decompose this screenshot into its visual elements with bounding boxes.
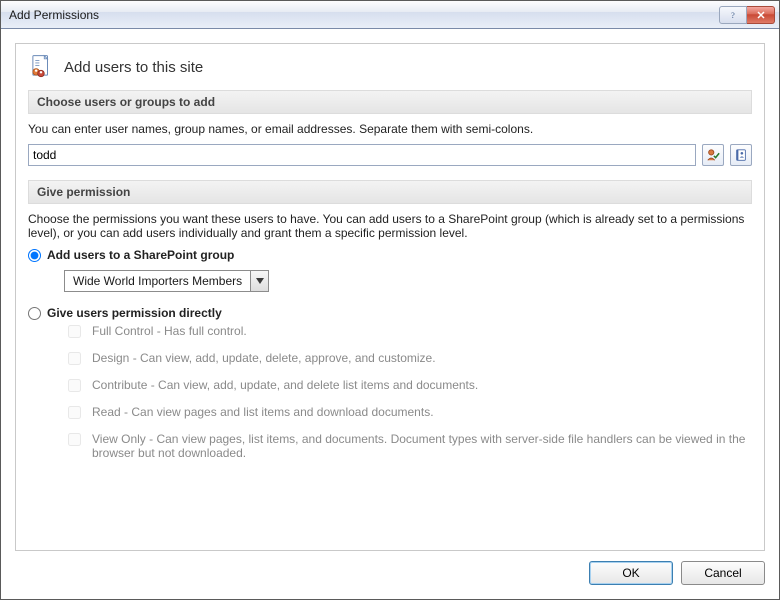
- close-button[interactable]: [747, 6, 775, 24]
- address-book-icon: [734, 148, 748, 162]
- perm-design: Design - Can view, add, update, delete, …: [64, 351, 752, 368]
- perm-full-control-label: Full Control - Has full control.: [92, 324, 247, 338]
- radio-add-to-group-label: Add users to a SharePoint group: [47, 248, 234, 262]
- users-input[interactable]: [28, 144, 696, 166]
- check-names-icon: [706, 148, 720, 162]
- section-title-permission: Give permission: [28, 180, 752, 204]
- cancel-button[interactable]: Cancel: [681, 561, 765, 585]
- chevron-down-icon: [256, 278, 264, 284]
- radio-add-to-group-row: Add users to a SharePoint group: [28, 248, 752, 262]
- permission-instruction: Choose the permissions you want these us…: [28, 212, 752, 240]
- section-title-choose: Choose users or groups to add: [28, 90, 752, 114]
- perm-view-only-checkbox: [68, 433, 81, 446]
- perm-full-control-checkbox: [68, 325, 81, 338]
- perm-design-label: Design - Can view, add, update, delete, …: [92, 351, 436, 365]
- users-document-icon: [28, 54, 54, 80]
- permission-levels-list: Full Control - Has full control. Design …: [64, 324, 752, 460]
- perm-contribute-checkbox: [68, 379, 81, 392]
- svg-text:?: ?: [731, 11, 735, 20]
- perm-read-label: Read - Can view pages and list items and…: [92, 405, 434, 419]
- radio-direct[interactable]: [28, 307, 41, 320]
- radio-direct-label: Give users permission directly: [47, 306, 222, 320]
- group-select[interactable]: Wide World Importers Members: [64, 270, 269, 292]
- radio-direct-row: Give users permission directly: [28, 306, 752, 320]
- choose-users-section: Choose users or groups to add You can en…: [28, 90, 752, 166]
- help-icon: ?: [727, 9, 739, 21]
- radio-add-to-group[interactable]: [28, 249, 41, 262]
- give-permission-section: Give permission Choose the permissions y…: [28, 180, 752, 526]
- perm-contribute-label: Contribute - Can view, add, update, and …: [92, 378, 478, 392]
- group-select-arrow: [250, 271, 268, 291]
- choose-users-instruction: You can enter user names, group names, o…: [28, 122, 752, 136]
- close-icon: [755, 9, 767, 21]
- dialog-body: Add users to this site Choose users or g…: [1, 29, 779, 599]
- dialog-footer: OK Cancel: [15, 551, 765, 585]
- panel-header: Add users to this site: [28, 54, 752, 80]
- titlebar-buttons: ?: [719, 6, 775, 24]
- perm-read-checkbox: [68, 406, 81, 419]
- perm-view-only: View Only - Can view pages, list items, …: [64, 432, 752, 460]
- dialog-window: Add Permissions ? Add users to th: [0, 0, 780, 600]
- panel-title: Add users to this site: [64, 59, 203, 76]
- titlebar: Add Permissions ?: [1, 1, 779, 29]
- perm-view-only-label: View Only - Can view pages, list items, …: [92, 432, 752, 460]
- group-select-value: Wide World Importers Members: [65, 274, 250, 288]
- content-panel: Add users to this site Choose users or g…: [15, 43, 765, 551]
- user-input-row: [28, 144, 752, 166]
- window-title: Add Permissions: [9, 8, 719, 22]
- perm-design-checkbox: [68, 352, 81, 365]
- perm-contribute: Contribute - Can view, add, update, and …: [64, 378, 752, 395]
- perm-read: Read - Can view pages and list items and…: [64, 405, 752, 422]
- perm-full-control: Full Control - Has full control.: [64, 324, 752, 341]
- browse-button[interactable]: [730, 144, 752, 166]
- check-names-button[interactable]: [702, 144, 724, 166]
- ok-button[interactable]: OK: [589, 561, 673, 585]
- help-button[interactable]: ?: [719, 6, 747, 24]
